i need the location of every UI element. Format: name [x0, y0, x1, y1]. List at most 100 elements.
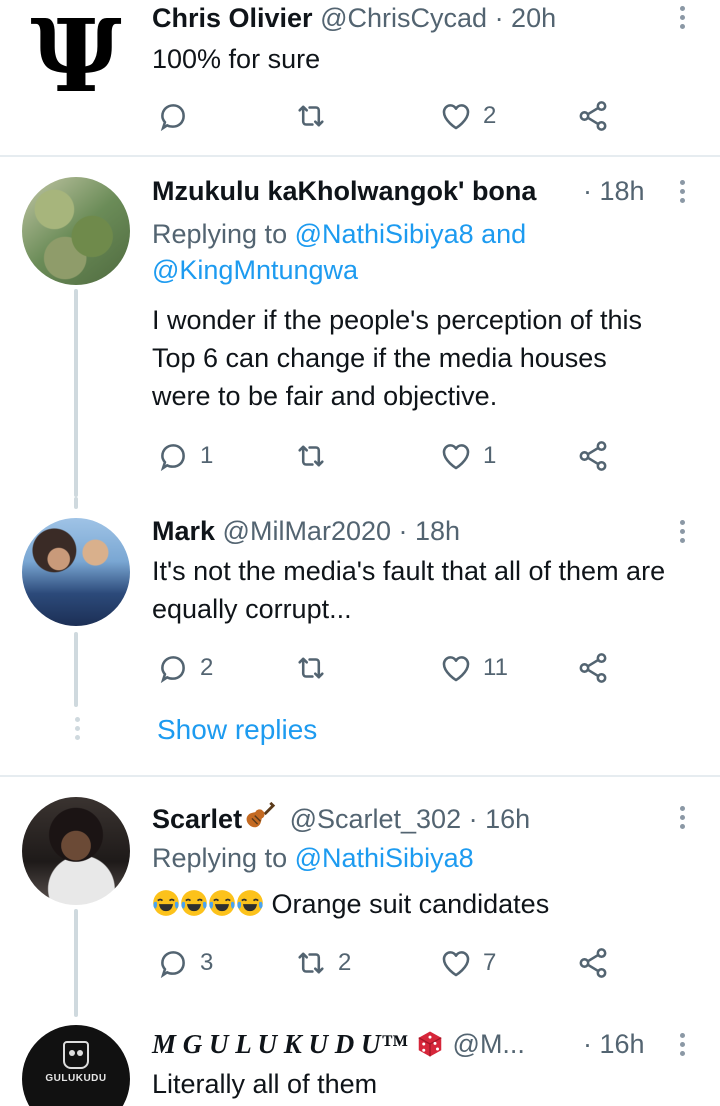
violin-emoji — [246, 801, 276, 828]
tweet-header: Chris Olivier @ChrisCycad · 20h — [152, 1, 556, 35]
replying-to: Replying to @NathiSibiya8 — [152, 840, 474, 876]
tweet-header: Mark @MilMar2020 · 18h — [152, 514, 460, 548]
reply-button[interactable]: 2 — [156, 648, 213, 688]
timestamp[interactable]: · 18h — [399, 516, 461, 546]
more-icon[interactable] — [672, 6, 692, 33]
reply-count: 1 — [200, 442, 214, 469]
more-replies-dots — [73, 717, 81, 744]
reply-count: 3 — [200, 949, 214, 976]
reply-icon — [160, 444, 185, 472]
handle[interactable]: @ChrisCycad — [320, 3, 487, 33]
tweet-scarlet[interactable]: Scarlet @Scarlet_302 · 16h Replying to @… — [0, 777, 720, 1017]
crying-laughing-emoji — [237, 890, 263, 916]
retweet-icon — [298, 657, 324, 679]
like-button[interactable]: 7 — [439, 943, 496, 983]
tweet-header: Scarlet @Scarlet_302 · 16h — [152, 800, 530, 836]
like-icon — [442, 951, 470, 977]
display-name[interactable]: Scarlet — [152, 804, 242, 834]
reply-button[interactable]: 1 — [156, 436, 213, 476]
thread-line — [74, 497, 78, 509]
tweet-chris-olivier[interactable]: Ψ Chris Olivier @ChrisCycad · 20h 100% f… — [0, 0, 720, 156]
tweet-text: I wonder if the people's perception of t… — [152, 305, 642, 411]
share-button[interactable] — [576, 96, 610, 136]
reply-icon — [160, 656, 185, 684]
tweet-header: M G U L U K U D U™ @M... · 16h — [152, 1027, 702, 1061]
reply-button[interactable]: 3 — [156, 943, 213, 983]
like-button[interactable]: 11 — [439, 648, 508, 688]
psi-logo: Ψ — [30, 0, 122, 112]
like-count: 2 — [483, 102, 497, 129]
avatar-brand-text: GULUKUDU — [45, 1073, 107, 1084]
tweet-actions: 1 1 — [152, 436, 632, 476]
like-button[interactable]: 1 — [439, 436, 496, 476]
replying-to: Replying to @NathiSibiya8 and @KingMntun… — [152, 216, 612, 288]
timestamp[interactable]: · 16h — [469, 804, 531, 834]
retweet-icon — [298, 445, 324, 467]
tweet-header: Mzukulu kaKholwangok' bona · 18h — [152, 174, 702, 208]
reply-icon — [160, 104, 185, 132]
more-icon[interactable] — [672, 1033, 692, 1060]
like-icon — [442, 656, 470, 682]
display-name[interactable]: M G U L U K U D U™ — [152, 1029, 408, 1059]
tweet-mzukulu[interactable]: Mzukulu kaKholwangok' bona · 18h Replyin… — [0, 157, 720, 497]
retweet-button[interactable]: 2 — [294, 943, 351, 983]
handle[interactable]: @Scarlet_302 — [290, 804, 462, 834]
like-button[interactable]: 2 — [439, 96, 496, 136]
dice-emoji — [418, 1031, 442, 1057]
emoji-group — [152, 889, 272, 919]
skull-logo-icon — [63, 1041, 89, 1069]
like-count: 11 — [483, 654, 508, 681]
reply-button[interactable] — [156, 96, 200, 136]
tweet-mgulukudu[interactable]: GULUKUDU M G U L U K U D U™ @M... · 16h … — [0, 1017, 720, 1106]
share-icon — [579, 653, 607, 683]
more-icon[interactable] — [672, 520, 692, 547]
tweet-actions: 2 — [152, 96, 632, 136]
tweet-text-body: Orange suit candidates — [271, 889, 550, 919]
show-replies-link[interactable]: Show replies — [157, 714, 317, 746]
handle[interactable]: @MilMar2020 — [223, 516, 391, 546]
retweet-button[interactable] — [294, 96, 338, 136]
mention-link[interactable]: @KingMntungwa — [152, 255, 358, 285]
display-name[interactable]: Chris Olivier — [152, 3, 313, 33]
avatar[interactable] — [22, 797, 130, 905]
handle[interactable]: @M... — [453, 1029, 525, 1059]
retweet-button[interactable] — [294, 436, 338, 476]
like-icon — [442, 104, 470, 130]
crying-laughing-emoji — [209, 890, 235, 916]
avatar[interactable]: Ψ — [22, 0, 130, 112]
tweet-mark[interactable]: Mark @MilMar2020 · 18h It's not the medi… — [0, 497, 720, 777]
share-button[interactable] — [576, 943, 610, 983]
tweet-text: It's not the media's fault that all of t… — [152, 556, 666, 624]
thread-line — [74, 909, 78, 1017]
tweet-actions: 3 2 7 — [152, 943, 632, 983]
tweet-text: 100% for sure — [152, 44, 321, 74]
crying-laughing-emoji — [153, 890, 179, 916]
share-icon — [579, 441, 607, 471]
retweet-button[interactable] — [294, 648, 338, 688]
display-name[interactable]: Mzukulu kaKholwangok' bona — [152, 176, 536, 206]
timestamp[interactable]: · 16h — [583, 1027, 645, 1061]
share-icon — [579, 948, 607, 978]
retweet-count: 2 — [338, 949, 352, 976]
share-button[interactable] — [576, 648, 610, 688]
replying-prefix: Replying to — [152, 219, 288, 249]
like-count: 7 — [483, 949, 497, 976]
retweet-icon — [298, 952, 324, 974]
mention-link[interactable]: @NathiSibiya8 — [295, 843, 474, 873]
timestamp[interactable]: · 18h — [583, 174, 645, 208]
share-icon — [579, 101, 607, 131]
avatar[interactable] — [22, 518, 130, 626]
share-button[interactable] — [576, 436, 610, 476]
avatar[interactable]: GULUKUDU — [22, 1025, 130, 1106]
reply-count: 2 — [200, 654, 214, 681]
avatar[interactable] — [22, 177, 130, 285]
thread-line — [74, 632, 78, 707]
tweet-actions: 2 11 — [152, 648, 632, 688]
timestamp[interactable]: · 20h — [495, 3, 557, 33]
like-icon — [442, 444, 470, 470]
display-name[interactable]: Mark — [152, 516, 215, 546]
mention-link[interactable]: @NathiSibiya8 — [295, 219, 474, 249]
replying-prefix: Replying to — [152, 843, 288, 873]
more-icon[interactable] — [672, 806, 692, 833]
more-icon[interactable] — [672, 180, 692, 207]
